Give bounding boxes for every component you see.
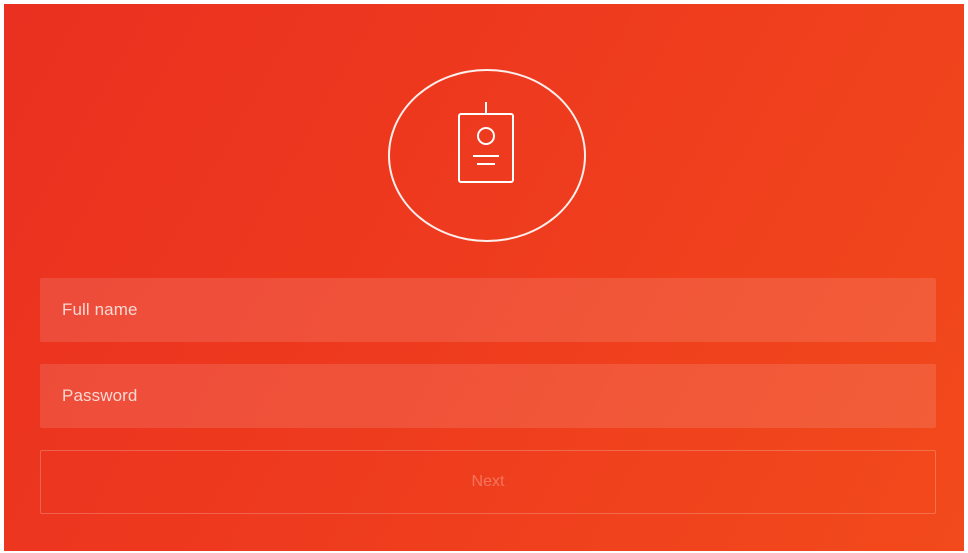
login-screen: Full name Password Next — [4, 4, 964, 551]
password-field[interactable]: Password — [40, 364, 936, 428]
next-button[interactable]: Next — [40, 450, 936, 514]
password-placeholder: Password — [62, 386, 138, 405]
full-name-field[interactable]: Full name — [40, 278, 936, 342]
full-name-placeholder: Full name — [62, 300, 138, 319]
next-button-label: Next — [471, 473, 505, 490]
id-badge-icon — [458, 102, 514, 183]
